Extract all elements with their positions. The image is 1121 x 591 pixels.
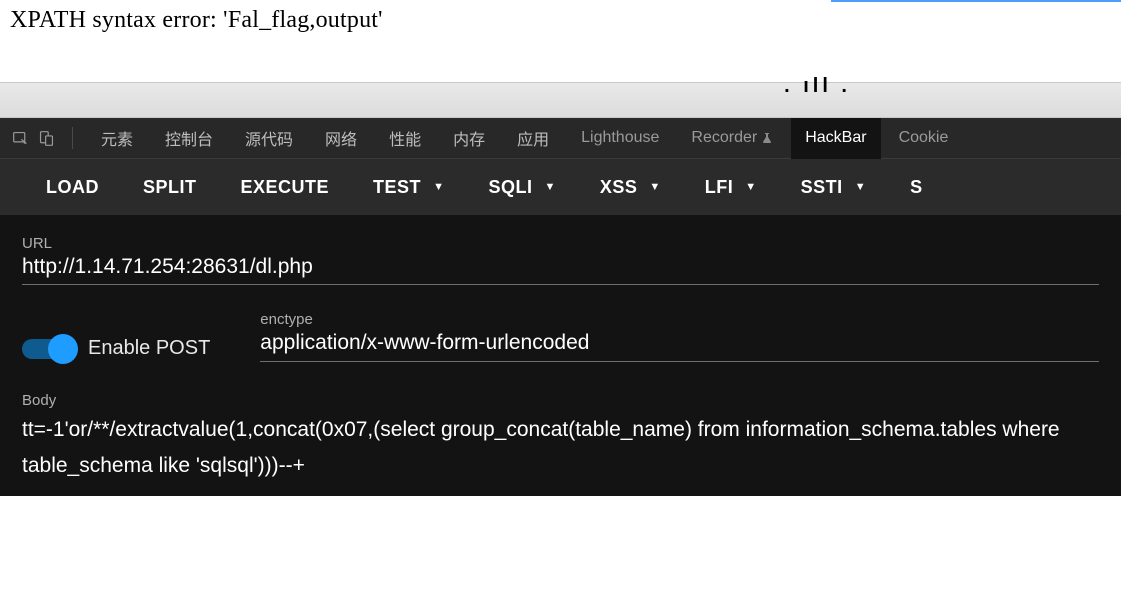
tab-performance[interactable]: 性能 [375, 118, 435, 159]
hackbar-body: URL http://1.14.71.254:28631/dl.php Enab… [0, 215, 1121, 496]
tab-application[interactable]: 应用 [503, 118, 563, 159]
tab-elements[interactable]: 元素 [87, 118, 147, 159]
flask-icon [761, 132, 773, 144]
body-field-group: Body tt=-1'or/**/extractvalue(1,concat(0… [22, 392, 1099, 488]
url-field-group: URL http://1.14.71.254:28631/dl.php [22, 235, 1099, 285]
tab-memory[interactable]: 内存 [439, 118, 499, 159]
body-label: Body [22, 392, 1099, 409]
lfi-menu[interactable]: LFI ▼ [683, 159, 779, 215]
toggle-knob [48, 334, 78, 364]
tabstrip-separator [72, 127, 73, 149]
enctype-select[interactable]: application/x-www-form-urlencoded [260, 331, 1099, 362]
divider-marks: . ıll . [784, 75, 851, 98]
tab-recorder[interactable]: Recorder [677, 118, 787, 159]
execute-button[interactable]: EXECUTE [219, 159, 352, 215]
enable-post-label: Enable POST [88, 337, 210, 360]
chevron-down-icon: ▼ [649, 181, 660, 193]
tab-network[interactable]: 网络 [311, 118, 371, 159]
sqli-menu[interactable]: SQLI ▼ [466, 159, 577, 215]
device-icon[interactable] [36, 128, 56, 148]
post-row: Enable POST enctype application/x-www-fo… [22, 311, 1099, 362]
tab-cookie[interactable]: Cookie [885, 118, 963, 159]
enable-post-toggle[interactable] [22, 339, 74, 359]
tab-sources[interactable]: 源代码 [231, 118, 307, 159]
top-rule [831, 0, 1121, 2]
url-input[interactable]: http://1.14.71.254:28631/dl.php [22, 255, 1099, 285]
hackbar-pane: LOAD SPLIT EXECUTE TEST ▼ SQLI ▼ XSS ▼ L… [0, 159, 1121, 496]
lfi-label: LFI [705, 177, 734, 198]
split-button[interactable]: SPLIT [121, 159, 219, 215]
ssti-label: SSTI [801, 177, 843, 198]
chevron-down-icon: ▼ [544, 181, 555, 193]
enctype-label: enctype [260, 311, 1099, 328]
url-label: URL [22, 235, 1099, 252]
page-viewport: XPATH syntax error: 'Fal_flag,output' [0, 0, 1121, 82]
xpath-error-text: XPATH syntax error: 'Fal_flag,output' [10, 6, 1111, 34]
body-input[interactable]: tt=-1'or/**/extractvalue(1,concat(0x07,(… [22, 412, 1099, 488]
tab-recorder-label: Recorder [691, 129, 757, 147]
tab-lighthouse[interactable]: Lighthouse [567, 118, 673, 159]
tab-console[interactable]: 控制台 [151, 118, 227, 159]
devtools-panel: 元素 控制台 源代码 网络 性能 内存 应用 Lighthouse Record… [0, 118, 1121, 496]
ssti-menu[interactable]: SSTI ▼ [779, 159, 888, 215]
test-label: TEST [373, 177, 421, 198]
inspect-icon[interactable] [10, 128, 30, 148]
enable-post-control: Enable POST [22, 337, 210, 362]
enctype-field-group: enctype application/x-www-form-urlencode… [260, 311, 1099, 362]
tab-hackbar[interactable]: HackBar [791, 118, 880, 159]
more-menu[interactable]: S [888, 159, 923, 215]
test-menu[interactable]: TEST ▼ [351, 159, 466, 215]
chevron-down-icon: ▼ [855, 181, 866, 193]
resize-divider[interactable]: . ıll . [0, 82, 1121, 118]
xss-label: XSS [600, 177, 638, 198]
load-button[interactable]: LOAD [24, 159, 121, 215]
chevron-down-icon: ▼ [745, 181, 756, 193]
sqli-label: SQLI [488, 177, 532, 198]
xss-menu[interactable]: XSS ▼ [578, 159, 683, 215]
devtools-tabstrip: 元素 控制台 源代码 网络 性能 内存 应用 Lighthouse Record… [0, 118, 1121, 159]
chevron-down-icon: ▼ [433, 181, 444, 193]
hackbar-toolbar: LOAD SPLIT EXECUTE TEST ▼ SQLI ▼ XSS ▼ L… [0, 159, 1121, 215]
